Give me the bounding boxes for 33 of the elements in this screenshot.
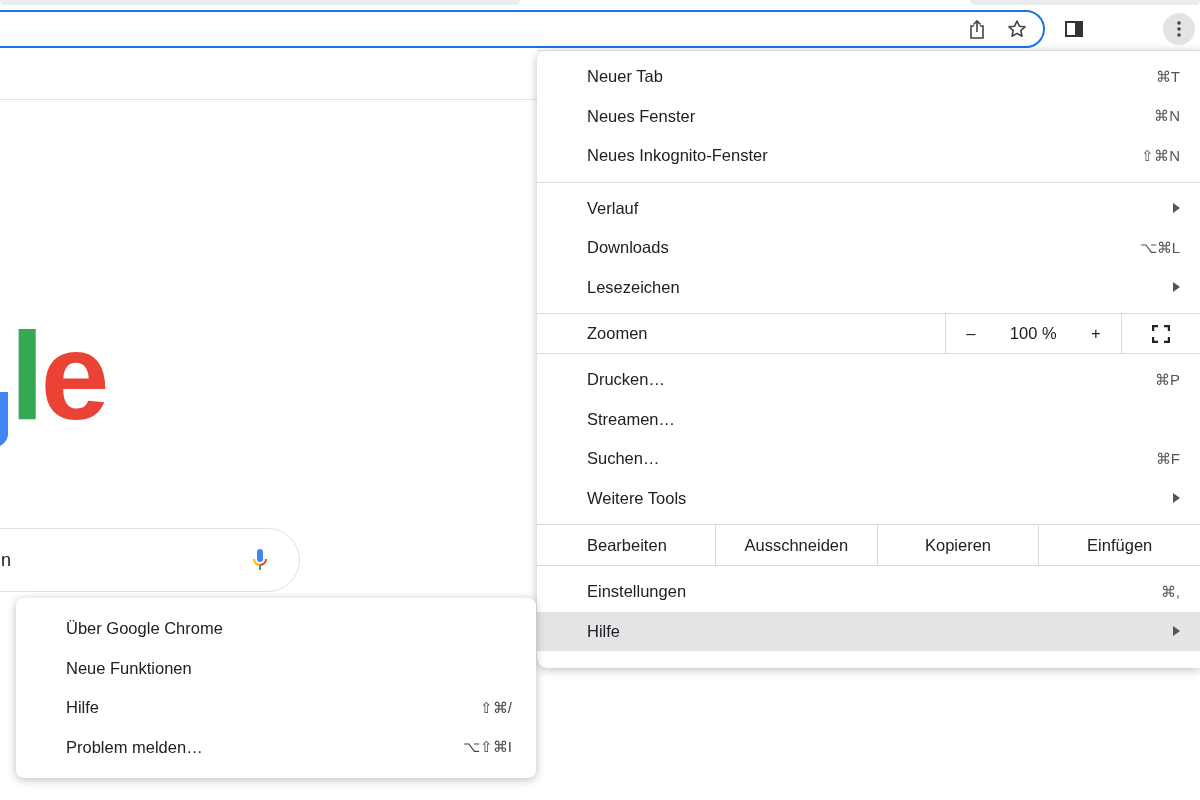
- menu-item[interactable]: Einstellungen ⌘,: [537, 572, 1200, 612]
- menu-button[interactable]: [1163, 13, 1195, 45]
- menu-item[interactable]: Drucken… ⌘P: [537, 360, 1200, 400]
- logo-text: le: [10, 314, 106, 438]
- zoom-in-button[interactable]: +: [1085, 322, 1107, 345]
- menu-item[interactable]: Problem melden… ⌥⇧⌘I: [16, 727, 536, 767]
- menu-item[interactable]: Verlauf: [537, 188, 1200, 228]
- more-icon: [1177, 21, 1181, 37]
- menu-item[interactable]: Downloads ⌥⌘L: [537, 228, 1200, 268]
- star-icon[interactable]: [1007, 19, 1027, 39]
- side-panel-icon[interactable]: [1065, 21, 1083, 37]
- menu-item[interactable]: Neue Funktionen: [16, 648, 536, 688]
- menu-item[interactable]: Neues Fenster ⌘N: [537, 96, 1200, 136]
- menu-item[interactable]: Lesezeichen: [537, 267, 1200, 307]
- menu-item[interactable]: Hilfe ⇧⌘/: [16, 688, 536, 728]
- zoom-label: Zoomen: [586, 323, 649, 344]
- edit-button[interactable]: Kopieren: [876, 525, 1039, 565]
- fullscreen-icon[interactable]: [1152, 324, 1170, 343]
- menu-item[interactable]: Neues Inkognito-Fenster ⇧⌘N: [537, 136, 1200, 176]
- menu-item[interactable]: Hilfe: [537, 611, 1200, 651]
- menu-item[interactable]: Weitere Tools: [537, 478, 1200, 518]
- zoom-out-button[interactable]: –: [960, 322, 982, 345]
- menu-item[interactable]: Über Google Chrome: [16, 609, 536, 649]
- menu-item[interactable]: Suchen… ⌘F: [537, 439, 1200, 479]
- microphone-icon[interactable]: [253, 549, 267, 571]
- address-bar[interactable]: [0, 10, 1045, 48]
- menu-item[interactable]: Neuer Tab ⌘T: [537, 57, 1200, 97]
- zoom-value: 100 %: [1009, 324, 1057, 343]
- edit-button[interactable]: Ausschneiden: [715, 525, 877, 565]
- edit-label: Bearbeiten: [586, 534, 668, 556]
- menu-item[interactable]: Streamen…: [537, 399, 1200, 439]
- edit-button[interactable]: Einfügen: [1038, 525, 1200, 565]
- share-icon[interactable]: [969, 19, 985, 39]
